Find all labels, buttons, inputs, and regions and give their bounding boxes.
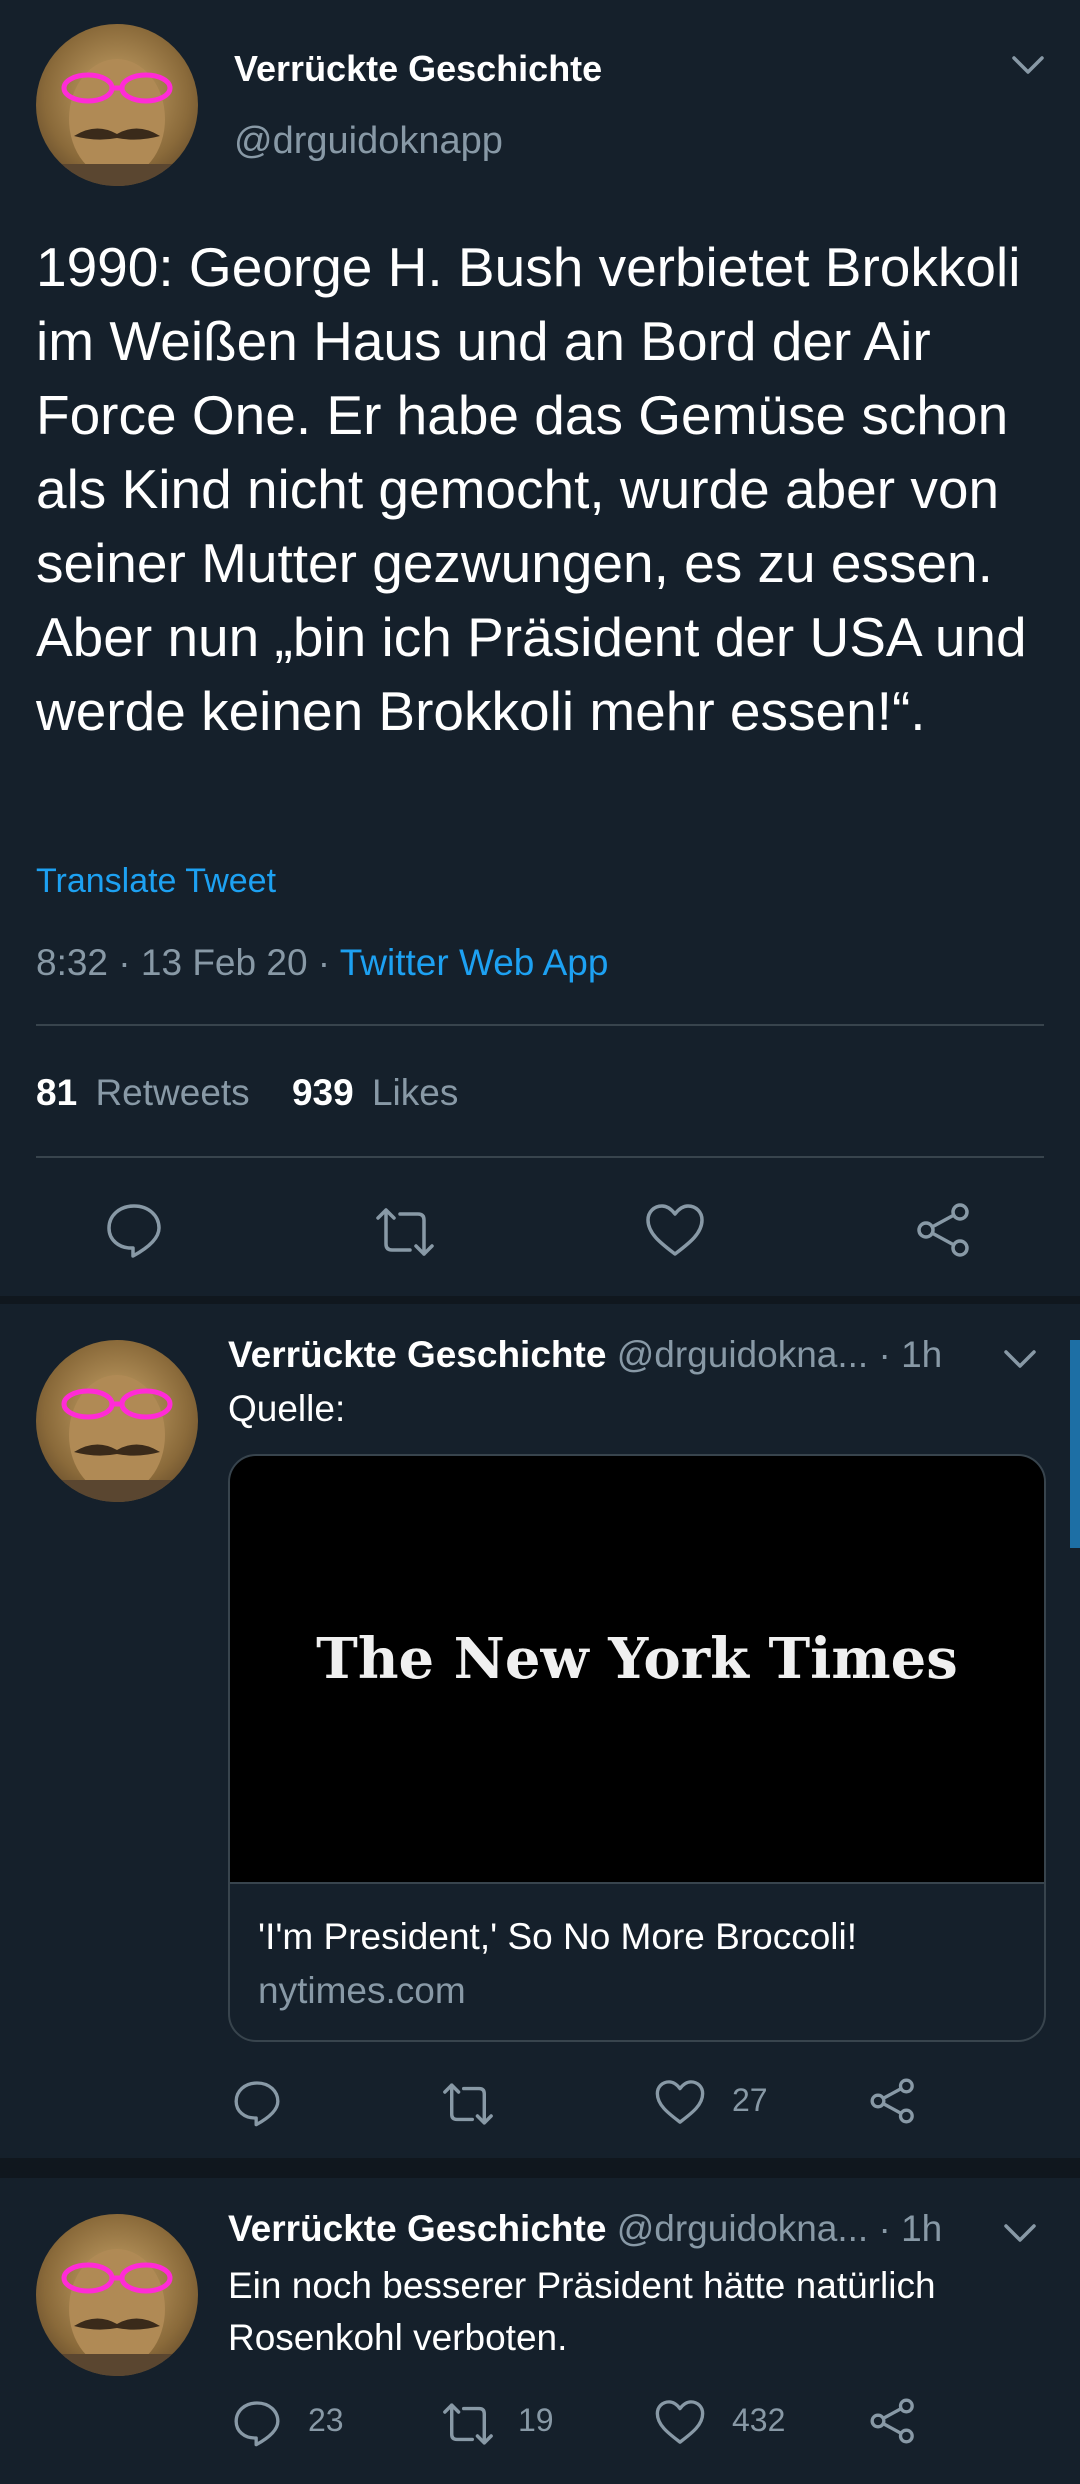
divider bbox=[36, 1024, 1044, 1026]
tweet-text: 1990: George H. Bush verbietet Brokkoli … bbox=[36, 236, 1027, 742]
translate-tweet-link[interactable]: Translate Tweet bbox=[36, 862, 276, 901]
avatar[interactable] bbox=[36, 2214, 198, 2376]
like-label[interactable]: Likes bbox=[372, 1072, 458, 1113]
divider bbox=[36, 1156, 1044, 1158]
like-count[interactable]: 27 bbox=[732, 2082, 768, 2119]
reply-text: Ein noch besserer Präsident hätte natürl… bbox=[228, 2265, 936, 2358]
section-separator bbox=[0, 1296, 1080, 1304]
section-separator bbox=[0, 2158, 1080, 2178]
handle-time[interactable]: @drguidokna... · 1h bbox=[617, 1334, 943, 1375]
link-card[interactable]: The New York Times 'I'm President,' So N… bbox=[228, 1454, 1046, 2042]
reply-icon[interactable] bbox=[232, 2398, 282, 2448]
reply-header: Verrückte Geschichte @drguidokna... · 1h bbox=[228, 2208, 942, 2250]
card-separator bbox=[230, 1882, 1044, 1884]
like-count[interactable]: 939 bbox=[292, 1072, 354, 1113]
card-image[interactable]: The New York Times bbox=[230, 1456, 1044, 1882]
time-text: 8:32 · 13 Feb 20 · bbox=[36, 942, 340, 983]
retweet-icon[interactable] bbox=[370, 1204, 440, 1260]
share-icon[interactable] bbox=[914, 1200, 974, 1260]
nyt-logo: The New York Times bbox=[316, 1626, 958, 1692]
like-count[interactable]: 432 bbox=[732, 2402, 785, 2439]
handle-time[interactable]: @drguidokna... · 1h bbox=[617, 2208, 943, 2249]
card-domain[interactable]: nytimes.com bbox=[258, 1970, 466, 2012]
tweet-stats: 81 Retweets 939 Likes bbox=[36, 1072, 458, 1114]
tweet-timestamp: 8:32 · 13 Feb 20 · Twitter Web App bbox=[36, 942, 608, 984]
display-name[interactable]: Verrückte Geschichte bbox=[234, 48, 602, 90]
handle[interactable]: @drguidoknapp bbox=[234, 120, 503, 163]
share-icon[interactable] bbox=[868, 2076, 918, 2126]
share-icon[interactable] bbox=[868, 2396, 918, 2446]
like-icon[interactable] bbox=[644, 1202, 706, 1258]
chevron-down-icon[interactable] bbox=[1002, 1348, 1038, 1372]
avatar[interactable] bbox=[36, 24, 198, 186]
card-title[interactable]: 'I'm President,' So No More Broccoli! bbox=[258, 1916, 857, 1958]
retweet-count[interactable]: 81 bbox=[36, 1072, 77, 1113]
reply-icon[interactable] bbox=[104, 1200, 164, 1260]
reply-count[interactable]: 23 bbox=[308, 2402, 344, 2439]
avatar[interactable] bbox=[36, 1340, 198, 1502]
reply-icon[interactable] bbox=[232, 2078, 282, 2128]
like-icon[interactable] bbox=[654, 2078, 706, 2126]
retweet-count[interactable]: 19 bbox=[518, 2402, 554, 2439]
chevron-down-icon[interactable] bbox=[1010, 54, 1046, 78]
display-name[interactable]: Verrückte Geschichte bbox=[228, 1334, 606, 1375]
scroll-indicator[interactable] bbox=[1070, 1340, 1080, 1548]
retweet-label[interactable]: Retweets bbox=[95, 1072, 249, 1113]
chevron-down-icon[interactable] bbox=[1002, 2222, 1038, 2246]
retweet-icon[interactable] bbox=[438, 2080, 498, 2128]
retweet-icon[interactable] bbox=[438, 2400, 498, 2448]
source-link[interactable]: Twitter Web App bbox=[340, 942, 609, 983]
reply-header: Verrückte Geschichte @drguidokna... · 1h bbox=[228, 1334, 942, 1376]
reply-text: Quelle: bbox=[228, 1388, 346, 1429]
like-icon[interactable] bbox=[654, 2398, 706, 2446]
display-name[interactable]: Verrückte Geschichte bbox=[228, 2208, 606, 2249]
